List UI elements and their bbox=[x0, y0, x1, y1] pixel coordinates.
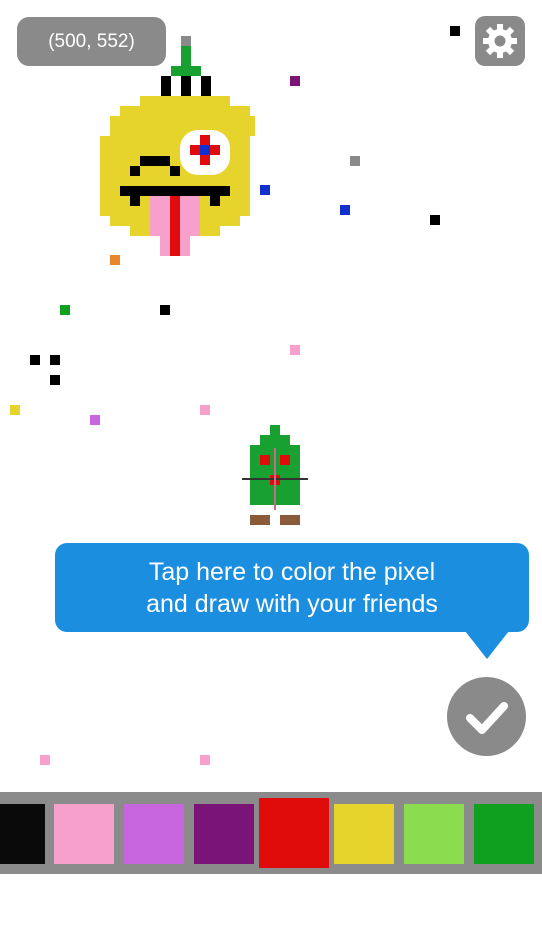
hint-tooltip[interactable]: Tap here to color the pixel and draw wit… bbox=[55, 543, 529, 632]
canvas-pixel bbox=[10, 405, 20, 415]
pixel-canvas[interactable] bbox=[0, 0, 542, 792]
crosshair-vertical bbox=[274, 448, 276, 510]
color-swatch-red[interactable] bbox=[259, 798, 329, 868]
canvas-pixel bbox=[40, 755, 50, 765]
canvas-pixel bbox=[110, 255, 120, 265]
character-pixel-art bbox=[250, 425, 300, 525]
color-swatch-pink[interactable] bbox=[54, 804, 114, 864]
color-swatch-violet[interactable] bbox=[124, 804, 184, 864]
confirm-pixel-button[interactable] bbox=[447, 677, 526, 756]
checkmark-icon bbox=[465, 701, 508, 734]
canvas-pixel bbox=[450, 26, 460, 36]
canvas-pixel bbox=[90, 415, 100, 425]
color-swatch-yellow[interactable] bbox=[334, 804, 394, 864]
canvas-pixel bbox=[290, 76, 300, 86]
gear-icon bbox=[483, 24, 517, 58]
tooltip-pointer bbox=[465, 631, 509, 659]
settings-button[interactable] bbox=[475, 16, 525, 66]
tooltip-line-1: Tap here to color the pixel bbox=[148, 557, 436, 586]
canvas-pixel bbox=[160, 305, 170, 315]
color-swatch-green[interactable] bbox=[474, 804, 534, 864]
color-swatch-black[interactable] bbox=[0, 804, 45, 864]
color-swatch-light-green[interactable] bbox=[404, 804, 464, 864]
canvas-pixel bbox=[340, 205, 350, 215]
canvas-pixel bbox=[200, 405, 210, 415]
canvas-pixel bbox=[50, 375, 60, 385]
tooltip-line-2: and draw with your friends bbox=[146, 589, 438, 618]
canvas-pixel bbox=[350, 156, 360, 166]
canvas-pixel bbox=[60, 305, 70, 315]
canvas-pixel bbox=[290, 345, 300, 355]
canvas-pixel bbox=[200, 755, 210, 765]
coordinate-readout: (500, 552) bbox=[17, 17, 166, 66]
canvas-pixel bbox=[430, 215, 440, 225]
color-swatch-purple[interactable] bbox=[194, 804, 254, 864]
canvas-pixel bbox=[260, 185, 270, 195]
canvas-pixel bbox=[30, 355, 40, 365]
canvas-pixel bbox=[50, 355, 60, 365]
color-palette bbox=[0, 792, 542, 874]
bottom-bar bbox=[0, 874, 542, 928]
